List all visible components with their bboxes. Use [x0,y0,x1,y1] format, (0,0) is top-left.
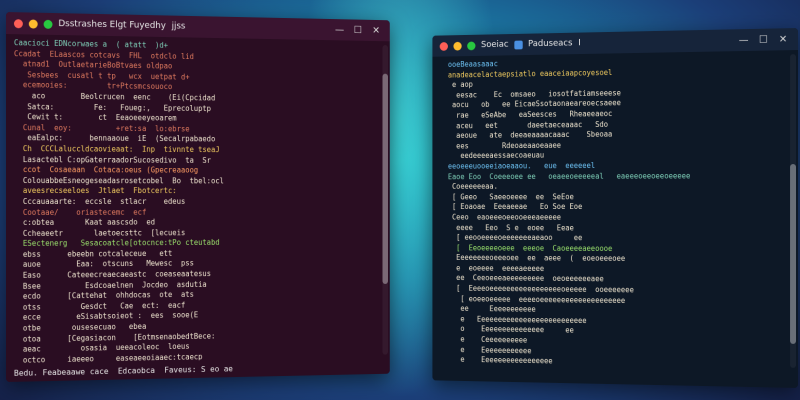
tab-label[interactable]: Paduseacs [528,39,572,50]
terminal-window-left[interactable]: Dsstrashes Elgt Fuyedhy jjss — ☐ ✕ Caaci… [6,12,390,382]
scrollbar[interactable] [383,45,388,355]
window-title-suffix: jjss [172,21,186,31]
code-line[interactable]: ccot Cosaeaan Cotaca:oeus (Gpecreaaoog [14,165,373,176]
scrollbar-thumb[interactable] [790,164,796,344]
maximize-icon[interactable]: ☐ [351,25,364,36]
code-line[interactable]: Coeeeeeeaa. [440,181,780,192]
tab-suffix: I [578,38,581,48]
code-line[interactable]: [ Eoaoae Eeeaeeae Eo Soe Eoe [440,202,780,213]
maximize-icon[interactable]: ☐ [756,34,770,45]
code-line[interactable]: Cccauaaarte: eccsle stlacr edeus [14,197,373,208]
scrollbar-thumb[interactable] [383,74,388,284]
minimize-icon[interactable]: — [333,24,346,35]
minimize-dot-icon[interactable] [29,19,38,28]
close-icon[interactable]: ✕ [370,25,383,36]
terminal-output[interactable]: Caacioci EDNcorwaes a ( atatt )d+ Ccadat … [6,36,381,364]
code-line[interactable]: Ceeo eaoeeeoeeooeeeaeeeee [440,213,780,224]
code-line[interactable]: [ Geeo Saeeoeeee ee SeEoe [440,192,780,203]
close-dot-icon[interactable] [440,42,448,51]
code-line[interactable]: ColouabbeEsneogeseadasrosetcobel Bo tbel… [14,176,373,187]
window-title: Soeiac [481,40,509,50]
app-icon [514,40,522,49]
close-icon[interactable]: ✕ [776,34,790,45]
code-line[interactable]: aveesrecseeloes Jtlaet Fbotcertc: [14,186,373,197]
maximize-dot-icon[interactable] [44,19,53,28]
terminal-window-right[interactable]: Soeiac Paduseacs I — ☐ ✕ ooeBeaasaaac an… [432,28,798,388]
scrollbar[interactable] [790,54,796,368]
close-dot-icon[interactable] [14,19,23,28]
terminal-output[interactable]: ooeBeaasaaac anadeacelactaepsiatlo eaace… [432,52,788,370]
minimize-dot-icon[interactable] [453,41,461,50]
minimize-icon[interactable]: — [737,34,751,45]
window-title: Dsstrashes Elgt Fuyedhy [58,19,166,31]
maximize-dot-icon[interactable] [467,41,475,50]
